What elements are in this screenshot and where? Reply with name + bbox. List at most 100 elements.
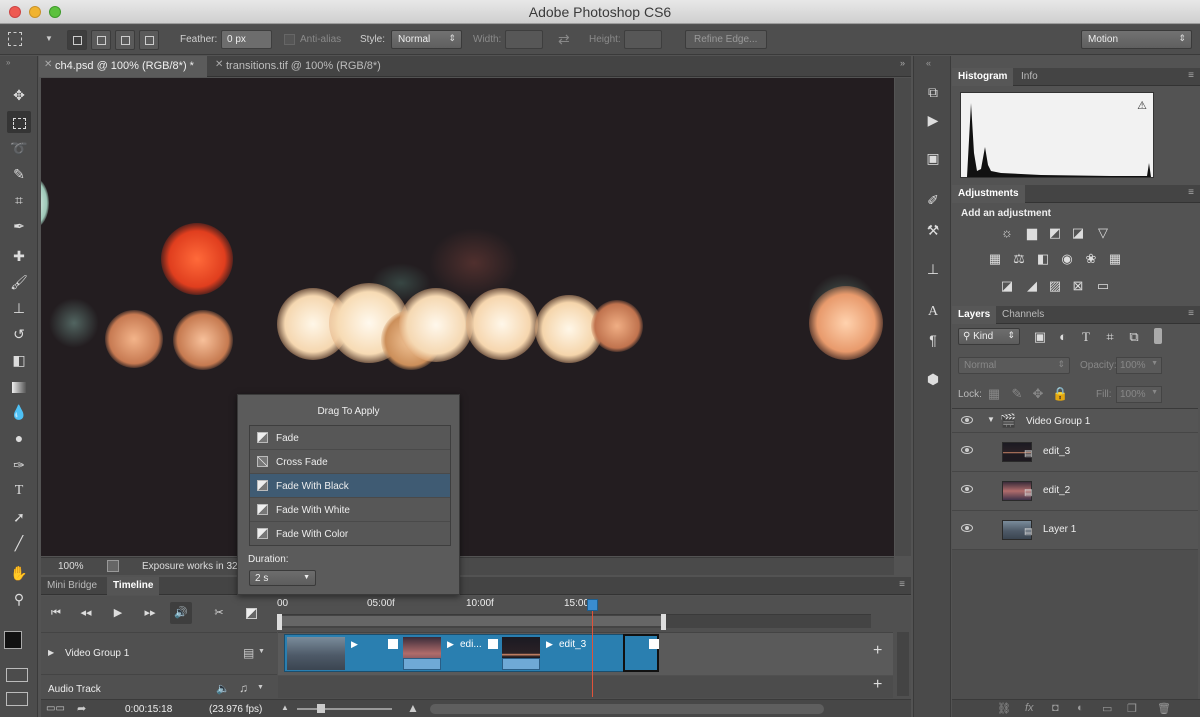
tab-info[interactable]: Info <box>1015 68 1044 86</box>
swap-icon[interactable]: ⇄ <box>558 31 570 48</box>
lock-pixels-icon[interactable]: ✎ <box>1009 387 1025 401</box>
dodge-tool-icon[interactable]: ● <box>7 427 31 449</box>
panel-menu-icon[interactable]: ≡ <box>1188 70 1194 81</box>
new-layer-icon[interactable]: ❐ <box>1127 702 1137 715</box>
quick-selection-tool-icon[interactable]: ✎ <box>7 163 31 185</box>
filter-type-icon[interactable]: T <box>1078 330 1094 344</box>
visibility-eye-icon[interactable] <box>961 446 973 454</box>
style-select[interactable]: Normal ⇕ <box>391 30 462 49</box>
status-menu-icon[interactable] <box>107 560 119 572</box>
exposure-icon[interactable]: ◪ <box>1070 226 1086 240</box>
expand-triangle-icon[interactable]: ▼ <box>987 415 995 424</box>
time-ruler[interactable]: 00 05:00f 10:00f 15:00 <box>277 596 871 630</box>
3d-cube-icon[interactable]: ⬢ <box>922 368 944 390</box>
close-icon[interactable]: ✕ <box>44 59 52 70</box>
tab-layers[interactable]: Layers <box>952 306 997 324</box>
gradient-tool-icon[interactable] <box>7 375 31 397</box>
pen-tool-icon[interactable]: ✑ <box>7 454 31 476</box>
lock-transparent-icon[interactable]: ▦ <box>986 387 1002 401</box>
brush-presets-icon[interactable]: ✐ <box>922 189 944 211</box>
canvas-scrollbar[interactable] <box>895 78 911 556</box>
clone-source-icon[interactable]: ⊥ <box>922 258 944 280</box>
go-to-first-frame-icon[interactable]: ⏮ <box>45 602 67 624</box>
history-brush-tool-icon[interactable]: ↺ <box>7 323 31 345</box>
blur-tool-icon[interactable]: 💧 <box>7 401 31 423</box>
previous-frame-icon[interactable]: ◂◂ <box>75 602 97 624</box>
new-adjustment-layer-icon[interactable]: ◐ <box>1077 702 1084 714</box>
posterize-icon[interactable]: ◢ <box>1024 279 1040 293</box>
collapse-icon[interactable]: « <box>926 58 931 68</box>
transition-icon[interactable] <box>240 602 262 624</box>
color-lookup-icon[interactable]: ▦ <box>1107 252 1123 266</box>
export-arrow-icon[interactable]: ➦ <box>77 702 86 715</box>
trash-icon[interactable]: 🗑 <box>1157 702 1171 715</box>
new-selection-button[interactable] <box>67 30 87 50</box>
feather-input[interactable]: 0 px <box>221 30 272 49</box>
selective-color-icon[interactable]: ⊠ <box>1070 279 1086 293</box>
transition-marker[interactable] <box>403 658 441 670</box>
layer-filter-select[interactable]: ⚲ Kind ⇕ <box>958 328 1020 345</box>
panel-menu-icon[interactable]: ≡ <box>1188 308 1194 319</box>
tab-channels[interactable]: Channels <box>996 306 1050 324</box>
lasso-tool-icon[interactable]: ➰ <box>7 137 31 159</box>
clip-play-icon[interactable]: ▶ <box>447 639 454 650</box>
add-to-selection-button[interactable] <box>91 30 111 50</box>
filter-pixel-icon[interactable]: ▣ <box>1032 330 1048 344</box>
zoom-in-icon[interactable]: ▲ <box>407 701 419 715</box>
transition-item-fade-with-black[interactable]: Fade With Black <box>250 474 450 498</box>
line-tool-icon[interactable]: ╱ <box>7 532 31 554</box>
screen-mode-icon[interactable] <box>6 692 28 706</box>
close-icon[interactable]: ✕ <box>215 59 223 70</box>
panel-menu-icon[interactable]: ≡ <box>899 579 905 590</box>
layer-row-layer-1[interactable]: ▤ Layer 1 <box>952 511 1198 550</box>
filter-smart-object-icon[interactable]: ⧉ <box>1126 330 1142 344</box>
zoom-out-icon[interactable]: ▲ <box>281 703 289 712</box>
tool-presets-icon[interactable]: ⚒ <box>922 219 944 241</box>
add-media-icon[interactable]: + <box>873 642 882 660</box>
character-panel-icon[interactable]: A <box>922 301 944 323</box>
video-clips-strip[interactable]: ▶ ▶ edi... ▶ edit_3 <box>284 634 659 672</box>
layer-row-video-group[interactable]: ▼ 🎬 Video Group 1 <box>952 409 1198 433</box>
clip-end-marker[interactable] <box>488 639 498 649</box>
workspace-select[interactable]: Motion ⇕ <box>1081 30 1192 49</box>
play-icon[interactable]: ▶ <box>107 602 129 624</box>
zoom-slider-thumb[interactable] <box>317 704 325 713</box>
visibility-eye-icon[interactable] <box>961 485 973 493</box>
transition-marker[interactable] <box>502 658 540 670</box>
healing-brush-tool-icon[interactable]: ✚ <box>7 245 31 267</box>
playhead-handle[interactable] <box>587 599 598 611</box>
music-note-icon[interactable]: ♫ <box>239 681 248 695</box>
filter-toggle[interactable] <box>1154 328 1162 344</box>
work-area-end-handle[interactable] <box>661 614 666 630</box>
subtract-from-selection-button[interactable] <box>115 30 135 50</box>
opacity-input[interactable]: 100% ▼ <box>1116 357 1162 374</box>
layer-style-icon[interactable]: fx <box>1025 702 1034 714</box>
quick-mask-icon[interactable] <box>6 668 28 682</box>
clip-play-icon[interactable]: ▶ <box>351 639 358 650</box>
layer-row-edit-2[interactable]: ▤ edit_2 <box>952 472 1198 511</box>
work-area-start-handle[interactable] <box>277 614 282 630</box>
zoom-tool-icon[interactable]: ⚲ <box>7 588 31 610</box>
transition-item-fade[interactable]: Fade <box>250 426 450 450</box>
duration-select[interactable]: 2 s ▼ <box>249 570 316 586</box>
tab-histogram[interactable]: Histogram <box>952 68 1014 86</box>
3d-panel-icon[interactable]: ▣ <box>922 147 944 169</box>
black-white-icon[interactable]: ◧ <box>1035 252 1051 266</box>
lock-position-icon[interactable]: ✥ <box>1030 387 1046 401</box>
audio-track-header[interactable]: Audio Track 🔈 ♫ ▼ <box>41 676 277 698</box>
levels-icon[interactable]: ▆ <box>1024 226 1040 240</box>
marquee-tool-preset-icon[interactable] <box>8 32 22 46</box>
split-at-playhead-icon[interactable]: ✂ <box>208 602 230 624</box>
clip-play-icon[interactable]: ▶ <box>546 639 553 650</box>
collapse-icon[interactable]: » <box>900 58 905 68</box>
zoom-level[interactable]: 100% <box>58 561 84 572</box>
antialias-checkbox[interactable] <box>284 34 295 45</box>
eyedropper-tool-icon[interactable]: ✒ <box>7 215 31 237</box>
move-tool-icon[interactable]: ✥ <box>7 84 31 106</box>
visibility-eye-icon[interactable] <box>961 524 973 532</box>
audio-mute-icon[interactable]: 🔊 <box>170 602 192 624</box>
crop-tool-icon[interactable]: ⌗ <box>7 189 31 211</box>
brightness-contrast-icon[interactable]: ☼ <box>999 226 1015 240</box>
width-input[interactable] <box>505 30 543 49</box>
actions-panel-icon[interactable]: ▶ <box>922 109 944 131</box>
